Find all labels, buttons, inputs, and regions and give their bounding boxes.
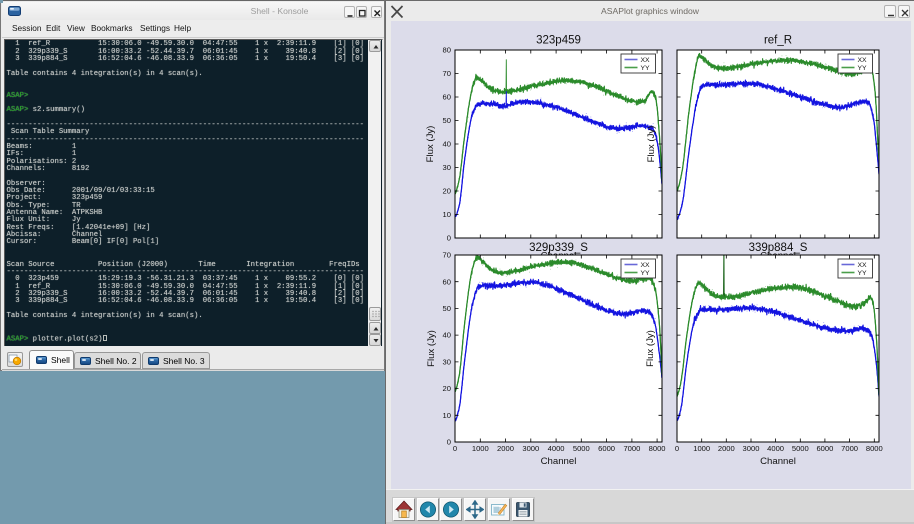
svg-text:0: 0 xyxy=(675,444,679,453)
svg-text:7000: 7000 xyxy=(841,444,858,453)
svg-text:8000: 8000 xyxy=(866,444,883,453)
svg-text:7000: 7000 xyxy=(623,444,640,453)
svg-text:0: 0 xyxy=(447,234,451,243)
svg-text:YY: YY xyxy=(858,65,868,72)
svg-text:60: 60 xyxy=(443,277,451,286)
svg-text:YY: YY xyxy=(641,270,651,277)
svg-text:40: 40 xyxy=(443,331,451,340)
svg-text:Flux (Jy): Flux (Jy) xyxy=(645,330,656,367)
svg-text:20: 20 xyxy=(443,187,451,196)
svg-text:0: 0 xyxy=(447,438,451,447)
svg-text:4000: 4000 xyxy=(548,444,565,453)
svg-text:XX: XX xyxy=(858,262,868,269)
svg-text:Flux (Jy): Flux (Jy) xyxy=(425,126,436,163)
svg-text:30: 30 xyxy=(443,358,451,367)
svg-text:Channel: Channel xyxy=(760,456,796,467)
svg-text:5000: 5000 xyxy=(792,444,809,453)
svg-text:Flux (Jy): Flux (Jy) xyxy=(426,330,437,367)
svg-text:1000: 1000 xyxy=(472,444,489,453)
svg-text:XX: XX xyxy=(641,57,651,64)
svg-text:Channel: Channel xyxy=(541,456,577,467)
svg-text:2000: 2000 xyxy=(497,444,514,453)
svg-text:70: 70 xyxy=(443,69,451,78)
svg-text:Flux (Jy): Flux (Jy) xyxy=(646,126,657,163)
svg-text:70: 70 xyxy=(443,251,451,260)
svg-text:1000: 1000 xyxy=(693,444,710,453)
svg-text:329p339_S: 329p339_S xyxy=(529,242,588,254)
svg-text:50: 50 xyxy=(443,304,451,313)
svg-text:20: 20 xyxy=(443,384,451,393)
svg-text:4000: 4000 xyxy=(767,444,784,453)
svg-text:2000: 2000 xyxy=(718,444,735,453)
svg-text:10: 10 xyxy=(443,210,451,219)
svg-text:8000: 8000 xyxy=(649,444,666,453)
svg-text:YY: YY xyxy=(858,270,868,277)
svg-text:5000: 5000 xyxy=(573,444,590,453)
svg-text:ref_R: ref_R xyxy=(764,35,792,47)
svg-text:339p884_S: 339p884_S xyxy=(749,242,808,254)
svg-text:XX: XX xyxy=(858,57,868,64)
svg-text:0: 0 xyxy=(453,444,457,453)
svg-text:30: 30 xyxy=(443,163,451,172)
svg-text:XX: XX xyxy=(641,262,651,269)
svg-text:6000: 6000 xyxy=(598,444,615,453)
svg-text:3000: 3000 xyxy=(743,444,760,453)
svg-text:60: 60 xyxy=(443,93,451,102)
svg-text:80: 80 xyxy=(443,46,451,55)
svg-text:3000: 3000 xyxy=(522,444,539,453)
svg-text:40: 40 xyxy=(443,140,451,149)
svg-text:6000: 6000 xyxy=(816,444,833,453)
svg-text:323p459: 323p459 xyxy=(536,35,581,47)
svg-text:YY: YY xyxy=(641,65,651,72)
svg-text:50: 50 xyxy=(443,116,451,125)
svg-text:10: 10 xyxy=(443,411,451,420)
